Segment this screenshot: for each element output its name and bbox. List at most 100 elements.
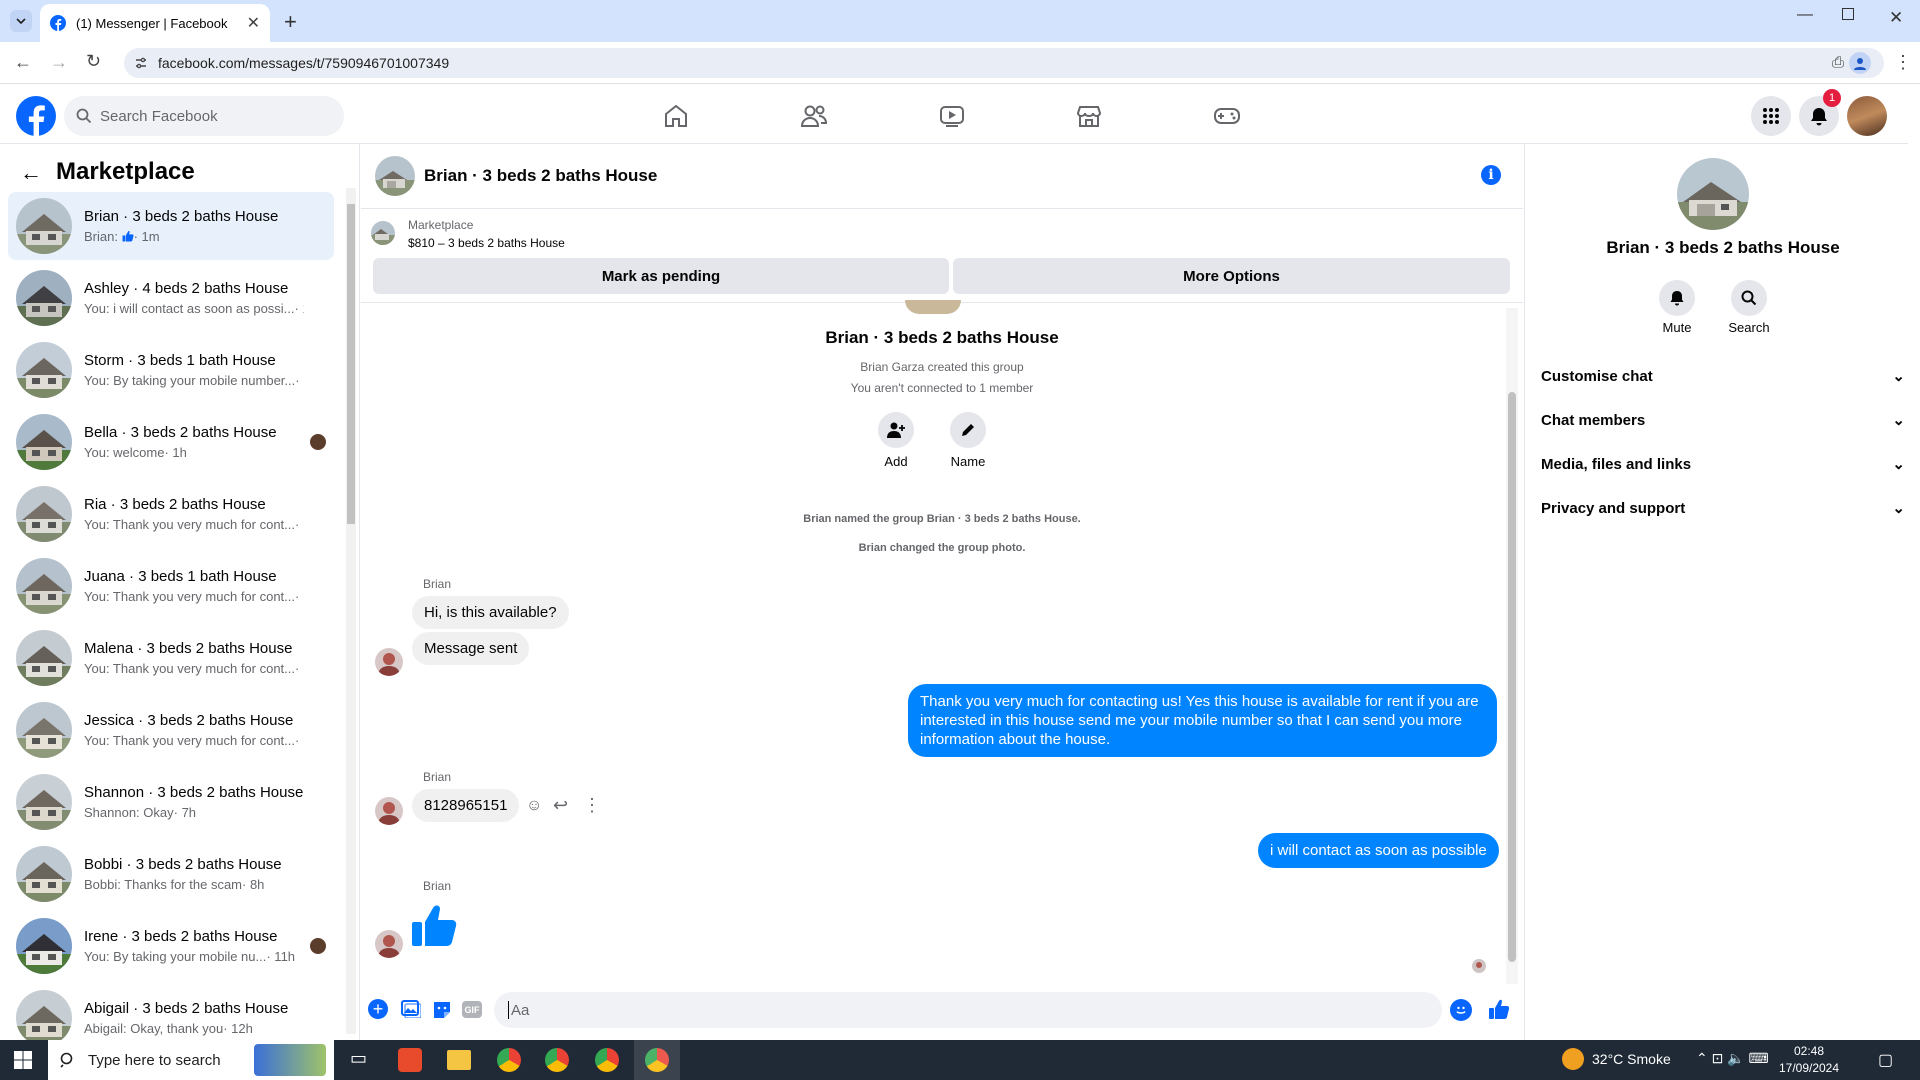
account-avatar[interactable] bbox=[1847, 96, 1887, 136]
nav-home-icon[interactable] bbox=[658, 98, 694, 134]
chat-title[interactable]: Brian · 3 beds 2 baths House bbox=[424, 166, 657, 186]
new-tab-icon[interactable]: + bbox=[284, 9, 297, 35]
conversation-item[interactable]: Irene · 3 beds 2 baths House You: By taki… bbox=[8, 912, 334, 980]
minimize-icon[interactable]: — bbox=[1797, 6, 1813, 24]
nav-friends-icon[interactable] bbox=[796, 98, 832, 134]
conversation-item[interactable]: Jessica · 3 beds 2 baths House You: Thank… bbox=[8, 696, 334, 764]
taskbar-search-input[interactable]: Type here to search bbox=[48, 1040, 334, 1080]
browser-menu-icon[interactable]: ⋮ bbox=[1894, 52, 1912, 73]
sender-avatar[interactable] bbox=[375, 648, 403, 676]
message-outgoing[interactable]: Thank you very much for contacting us! Y… bbox=[908, 684, 1497, 757]
chrome-icon[interactable] bbox=[497, 1048, 521, 1072]
windows-start-icon[interactable] bbox=[14, 1051, 32, 1069]
conversation-item[interactable]: Bella · 3 beds 2 baths House You: welcome… bbox=[8, 408, 334, 476]
conversation-time: · 1m bbox=[294, 301, 304, 316]
section-chat-members[interactable]: Chat members ⌄ bbox=[1541, 402, 1905, 438]
send-like-icon[interactable] bbox=[1488, 998, 1510, 1020]
thumbs-up-sticker-icon[interactable] bbox=[410, 900, 460, 950]
browser-tab[interactable]: (1) Messenger | Facebook ✕ bbox=[40, 4, 270, 42]
system-tray-icons[interactable]: ⌃ ⊡ 🔈 ⌨ bbox=[1696, 1050, 1769, 1067]
clock-date[interactable]: 17/09/2024 bbox=[1774, 1061, 1844, 1075]
install-icon[interactable]: ⎙ bbox=[1832, 54, 1844, 71]
gif-icon[interactable]: GIF bbox=[462, 1001, 482, 1018]
mute-button[interactable] bbox=[1659, 280, 1695, 316]
conversation-avatar bbox=[16, 414, 72, 470]
name-group-button[interactable] bbox=[950, 412, 986, 448]
search-placeholder: Search Facebook bbox=[100, 107, 218, 125]
nav-marketplace-icon[interactable] bbox=[1071, 98, 1107, 134]
message-incoming-phone[interactable]: 8128965151 bbox=[412, 789, 520, 822]
sender-avatar[interactable] bbox=[375, 930, 403, 958]
listing-price[interactable]: $810 – 3 beds 2 baths House bbox=[408, 236, 565, 250]
section-media-files-links[interactable]: Media, files and links ⌄ bbox=[1541, 446, 1905, 482]
window-close-icon[interactable]: ✕ bbox=[1889, 8, 1903, 28]
conversation-name: Bobbi · 3 beds 2 baths House bbox=[84, 856, 282, 873]
chat-avatar[interactable] bbox=[375, 156, 415, 196]
facebook-logo-icon[interactable] bbox=[16, 96, 56, 136]
conversation-item[interactable]: Malena · 3 beds 2 baths House You: Thank … bbox=[8, 624, 334, 692]
search-in-conversation-button[interactable] bbox=[1731, 280, 1767, 316]
sender-avatar[interactable] bbox=[375, 797, 403, 825]
message-incoming[interactable]: Message sent bbox=[412, 632, 530, 665]
conversation-name: Shannon · 3 beds 2 baths House bbox=[84, 784, 304, 801]
conversation-preview: Shannon: Okay· 7h bbox=[84, 805, 197, 820]
tab-close-icon[interactable]: ✕ bbox=[247, 13, 260, 33]
back-icon[interactable]: ← bbox=[14, 52, 32, 73]
task-view-icon[interactable]: ▭ bbox=[350, 1048, 367, 1069]
info-icon[interactable]: i bbox=[1481, 165, 1501, 185]
weather-text[interactable]: 32°C Smoke bbox=[1592, 1051, 1671, 1067]
more-actions-plus-icon[interactable]: + bbox=[368, 999, 388, 1019]
profile-icon[interactable] bbox=[1849, 52, 1871, 74]
nav-gaming-icon[interactable] bbox=[1209, 98, 1245, 134]
clock-time[interactable]: 02:48 bbox=[1784, 1044, 1834, 1058]
section-customise-chat[interactable]: Customise chat ⌄ bbox=[1541, 358, 1905, 394]
chat-scrollbar[interactable] bbox=[1506, 308, 1518, 984]
mark-as-pending-button[interactable]: Mark as pending bbox=[373, 258, 949, 294]
attach-photo-icon[interactable] bbox=[401, 1000, 421, 1018]
chrome-icon[interactable] bbox=[595, 1048, 619, 1072]
conversation-item[interactable]: Shannon · 3 beds 2 baths House Shannon: O… bbox=[8, 768, 334, 836]
sidebar-scrollbar[interactable] bbox=[346, 188, 356, 1034]
nav-video-icon[interactable] bbox=[934, 98, 970, 134]
conversation-item[interactable]: Storm · 3 beds 1 bath House You: By takin… bbox=[8, 336, 334, 404]
sticker-icon[interactable] bbox=[432, 1000, 452, 1020]
more-actions-icon[interactable]: ⋮ bbox=[583, 795, 601, 816]
taskbar-app-icon[interactable] bbox=[398, 1048, 422, 1072]
section-privacy-support[interactable]: Privacy and support ⌄ bbox=[1541, 490, 1905, 526]
notification-center-icon[interactable]: ▢ bbox=[1878, 1050, 1893, 1070]
site-info-icon[interactable] bbox=[134, 56, 148, 70]
forward-icon[interactable]: → bbox=[50, 52, 68, 73]
conversation-item[interactable]: Brian · 3 beds 2 baths House Brian: · 1m bbox=[8, 192, 334, 260]
conversation-preview: You: By taking your mobile number...· 1h bbox=[84, 373, 304, 388]
message-input[interactable]: Aa bbox=[494, 992, 1442, 1028]
add-member-button[interactable] bbox=[878, 412, 914, 448]
tab-list-icon[interactable] bbox=[10, 10, 32, 32]
conversation-time: · 1h bbox=[295, 661, 304, 676]
conversation-time: · 1h bbox=[295, 733, 304, 748]
back-arrow-icon[interactable]: ← bbox=[20, 160, 42, 186]
conversation-time: · 1h bbox=[295, 589, 304, 604]
message-incoming[interactable]: Hi, is this available? bbox=[412, 596, 569, 629]
conversation-item[interactable]: Ashley · 4 beds 2 baths House You: i will… bbox=[8, 264, 334, 332]
listing-thumbnail[interactable] bbox=[371, 221, 395, 245]
search-facebook-input[interactable]: Search Facebook bbox=[64, 96, 344, 136]
conversation-item[interactable]: Juana · 3 beds 1 bath House You: Thank yo… bbox=[8, 552, 334, 620]
message-outgoing[interactable]: i will contact as soon as possible bbox=[1258, 833, 1499, 868]
react-emoji-icon[interactable]: ☺ bbox=[526, 797, 542, 815]
reload-icon[interactable]: ↻ bbox=[86, 51, 101, 72]
menu-grid-icon[interactable] bbox=[1751, 96, 1791, 136]
conversation-name: Irene · 3 beds 2 baths House bbox=[84, 928, 278, 945]
page-scrollbar[interactable] bbox=[1908, 84, 1920, 1040]
file-explorer-icon[interactable] bbox=[447, 1050, 471, 1070]
details-avatar[interactable] bbox=[1677, 158, 1749, 230]
conversation-item[interactable]: Bobbi · 3 beds 2 baths House Bobbi: Thank… bbox=[8, 840, 334, 908]
emoji-icon[interactable] bbox=[1450, 999, 1472, 1021]
restore-icon[interactable] bbox=[1842, 8, 1854, 20]
address-bar[interactable]: facebook.com/messages/t/7590946701007349… bbox=[124, 48, 1884, 78]
conversation-time: · 1m bbox=[133, 229, 160, 244]
more-options-button[interactable]: More Options bbox=[953, 258, 1510, 294]
chrome-icon[interactable] bbox=[545, 1048, 569, 1072]
conversation-avatar bbox=[16, 774, 72, 830]
conversation-item[interactable]: Ria · 3 beds 2 baths House You: Thank you… bbox=[8, 480, 334, 548]
reply-icon[interactable]: ↩ bbox=[553, 795, 568, 816]
